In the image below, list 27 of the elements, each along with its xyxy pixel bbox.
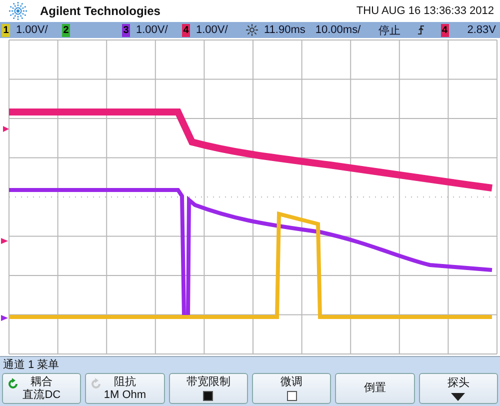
sun-icon xyxy=(246,24,258,36)
menu-title: 通道 1 菜单 xyxy=(3,358,60,372)
trigger-level: 2.83V xyxy=(467,24,496,36)
date-time: THU AUG 16 13:36:33 2012 xyxy=(356,5,494,17)
marker-icon xyxy=(1,238,8,244)
time-scale: 10.00ms/ xyxy=(315,24,361,36)
softkey[interactable]: 微调 xyxy=(252,373,332,404)
softkey[interactable]: 耦合 直流DC xyxy=(2,373,82,404)
marker-icon xyxy=(3,126,9,132)
channel-scale: 1.00V/ xyxy=(15,24,49,36)
softkey[interactable]: 阻抗 1M Ohm xyxy=(85,373,165,404)
trigger-source-badge: 4 xyxy=(440,24,449,36)
time-delay: 11.90ms xyxy=(264,24,306,36)
channel-scale: 1.00V/ xyxy=(195,24,229,36)
marker-icon xyxy=(1,315,8,321)
down-arrow-icon xyxy=(451,392,466,400)
channel-badge[interactable]: 4 xyxy=(182,24,190,36)
channel-badge[interactable]: 2 xyxy=(62,24,70,36)
brand-name: Agilent Technologies xyxy=(40,4,160,18)
softkey[interactable]: 带宽限制 xyxy=(168,373,248,404)
softkey[interactable]: 探头 xyxy=(418,373,498,404)
logo-icon xyxy=(8,1,28,21)
softkey[interactable]: 倒置 xyxy=(335,373,415,404)
rising-edge-icon xyxy=(416,24,425,36)
run-state: 停止 xyxy=(378,24,401,38)
channel-scale: 1.00V/ xyxy=(135,24,169,36)
channel-badge[interactable]: 1 xyxy=(2,24,10,36)
